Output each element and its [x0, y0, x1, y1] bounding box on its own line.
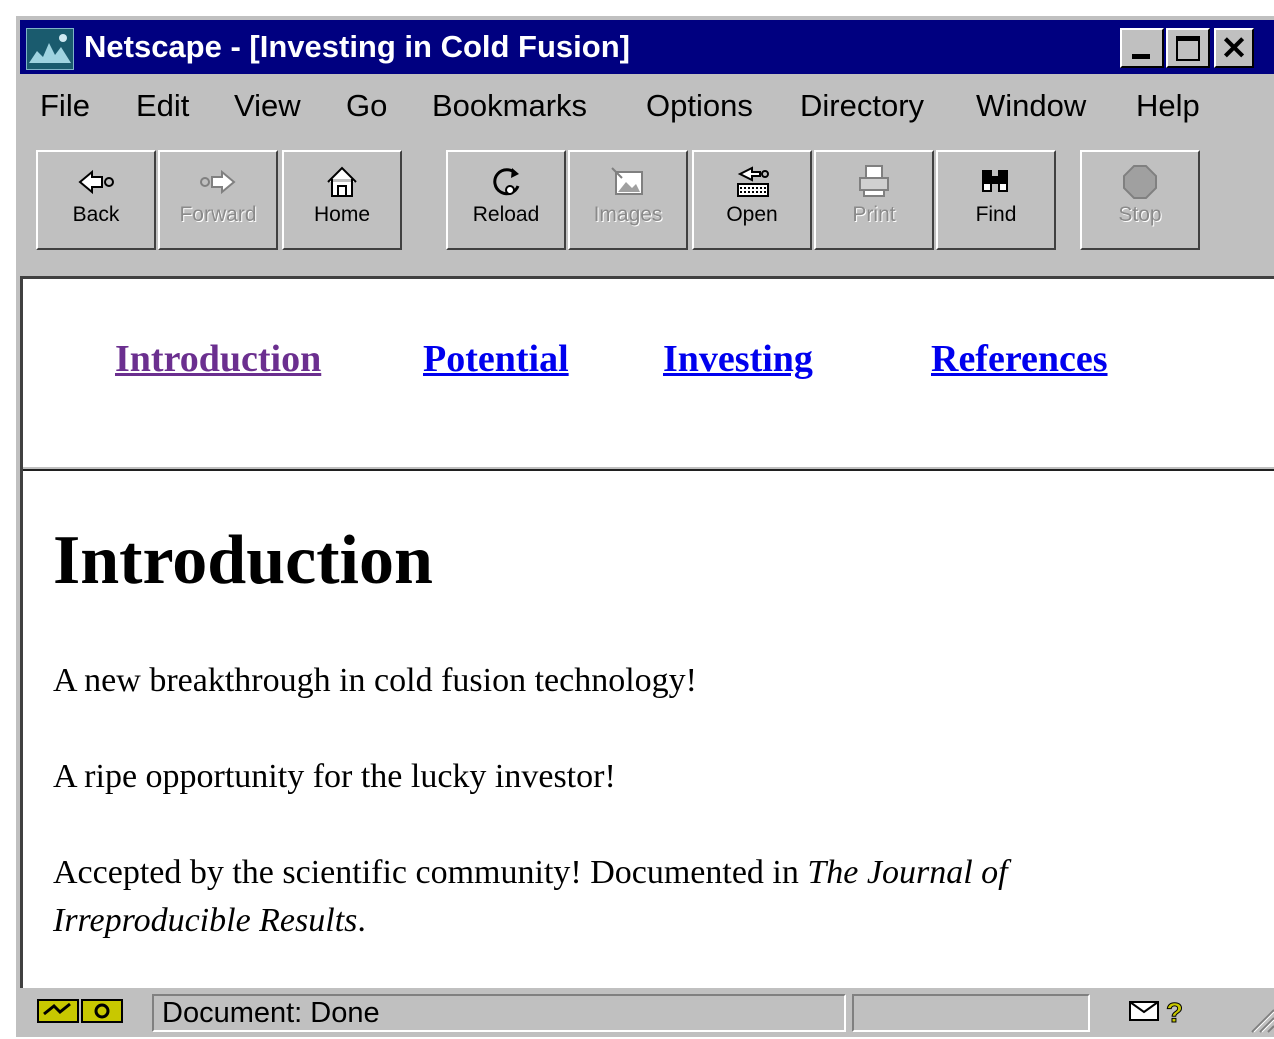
reload-button[interactable]: Reload [446, 150, 566, 250]
nav-link-potential[interactable]: Potential [423, 335, 569, 383]
status-bar: Document: Done ? [16, 988, 1274, 1037]
forward-label: Forward [179, 203, 257, 226]
paragraph-accepted: Accepted by the scientific community! Do… [53, 849, 1133, 945]
page-content: Introduction Potential Investing Referen… [20, 276, 1274, 991]
forward-arrow-icon [200, 169, 236, 195]
netscape-logo-icon [26, 28, 74, 70]
close-button[interactable]: ✕ [1214, 28, 1254, 68]
print-label: Print [852, 203, 896, 226]
progress-panel [852, 994, 1090, 1032]
back-label: Back [72, 203, 120, 226]
menu-file[interactable]: File [40, 86, 90, 126]
stop-button[interactable]: Stop [1080, 150, 1200, 250]
menu-bookmarks[interactable]: Bookmarks [432, 86, 587, 126]
images-label: Images [593, 203, 663, 226]
home-button[interactable]: Home [282, 150, 402, 250]
close-icon: ✕ [1220, 30, 1248, 66]
security-key-icon[interactable] [30, 994, 140, 1032]
svg-text:?: ? [1166, 997, 1183, 1028]
title-bar[interactable]: Netscape - [Investing in Cold Fusion] ✕ [20, 20, 1274, 74]
paragraph-accepted-text: Accepted by the scientific community! Do… [53, 854, 808, 891]
paragraph-accepted-end: . [357, 902, 366, 939]
menu-directory[interactable]: Directory [800, 86, 924, 126]
menu-view[interactable]: View [234, 86, 301, 126]
menu-bar: File Edit View Go Bookmarks Options Dire… [16, 80, 1274, 132]
binoculars-icon [982, 170, 1008, 192]
print-button[interactable]: Print [814, 150, 934, 250]
menu-window[interactable]: Window [976, 86, 1086, 126]
window-title: Netscape - [Investing in Cold Fusion] [84, 29, 630, 64]
open-label: Open [726, 203, 778, 226]
status-text: Document: Done [162, 997, 380, 1029]
find-label: Find [975, 203, 1017, 226]
home-label: Home [313, 203, 371, 226]
menu-options[interactable]: Options [646, 86, 753, 126]
images-icon [611, 167, 643, 195]
images-button[interactable]: Images [568, 150, 688, 250]
paragraph-breakthrough: A new breakthrough in cold fusion techno… [53, 662, 697, 699]
page-title: Introduction [53, 522, 433, 599]
reload-label: Reload [472, 203, 540, 226]
menu-edit[interactable]: Edit [136, 86, 189, 126]
nav-link-references[interactable]: References [931, 335, 1108, 383]
mail-icon[interactable]: ? [1116, 994, 1196, 1032]
printer-icon [859, 165, 889, 197]
find-button[interactable]: Find [936, 150, 1056, 250]
toolbar: Back Forward Home Reload Images Open Pri… [16, 142, 1274, 272]
stop-icon [1123, 165, 1157, 199]
open-button[interactable]: Open [692, 150, 812, 250]
reload-icon [493, 168, 520, 196]
status-panel: Document: Done [152, 994, 846, 1032]
menu-help[interactable]: Help [1136, 86, 1200, 126]
paragraph-opportunity: A ripe opportunity for the lucky investo… [53, 758, 616, 795]
back-arrow-icon [78, 169, 114, 195]
back-button[interactable]: Back [36, 150, 156, 250]
nav-link-investing[interactable]: Investing [663, 335, 813, 383]
menu-go[interactable]: Go [346, 86, 387, 126]
navigation-frame: Introduction Potential Investing Referen… [23, 279, 1274, 465]
nav-link-introduction[interactable]: Introduction [115, 335, 321, 383]
maximize-button[interactable] [1166, 28, 1210, 68]
forward-button[interactable]: Forward [158, 150, 278, 250]
resize-grip-icon[interactable] [1232, 994, 1274, 1033]
home-icon [327, 166, 357, 197]
open-icon [737, 166, 769, 197]
browser-window: Netscape - [Investing in Cold Fusion] ✕ … [14, 14, 1274, 1037]
minimize-button[interactable] [1120, 28, 1164, 68]
main-frame: Introduction A new breakthrough in cold … [23, 471, 1274, 991]
stop-label: Stop [1118, 203, 1162, 226]
